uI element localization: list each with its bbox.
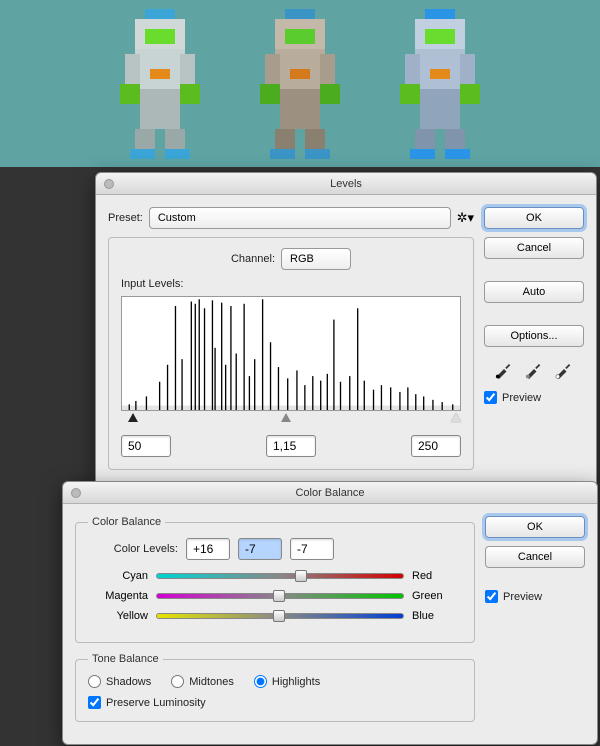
shadows-label: Shadows [106, 676, 151, 688]
preview-label: Preview [503, 591, 542, 603]
preset-label: Preset: [108, 212, 143, 224]
preview-checkbox[interactable] [485, 590, 498, 603]
cyan-red-slider[interactable] [156, 573, 404, 579]
midtones-label: Midtones [189, 676, 234, 688]
tone-legend: Tone Balance [88, 653, 163, 665]
levels-title: Levels [330, 178, 362, 190]
yellow-blue-thumb[interactable] [273, 610, 285, 622]
close-icon[interactable] [104, 179, 114, 189]
level-3-input[interactable] [290, 538, 334, 560]
sprite-preview-area [0, 0, 600, 167]
input-levels-label: Input Levels: [121, 278, 183, 290]
magenta-green-thumb[interactable] [273, 590, 285, 602]
preserve-label: Preserve Luminosity [106, 697, 206, 709]
close-icon[interactable] [71, 488, 81, 498]
black-point-slider[interactable] [128, 413, 138, 422]
green-label: Green [412, 590, 462, 602]
sprite-1 [105, 9, 215, 159]
preview-checkbox[interactable] [484, 391, 497, 404]
yellow-blue-slider[interactable] [156, 613, 404, 619]
sprite-3 [385, 9, 495, 159]
levels-titlebar[interactable]: Levels [96, 173, 596, 195]
preset-select[interactable]: Custom [149, 207, 451, 229]
level-1-input[interactable] [186, 538, 230, 560]
gamma-input[interactable] [266, 435, 316, 457]
yellow-label: Yellow [88, 610, 148, 622]
histogram-sliders [121, 413, 461, 427]
level-2-input[interactable] [238, 538, 282, 560]
highlights-radio[interactable] [254, 675, 267, 688]
eyedropper-white-icon[interactable] [554, 359, 574, 379]
white-point-slider[interactable] [451, 413, 461, 422]
blue-label: Blue [412, 610, 462, 622]
black-input[interactable] [121, 435, 171, 457]
auto-button[interactable]: Auto [484, 281, 584, 303]
ok-button[interactable]: OK [485, 516, 585, 538]
channel-select[interactable]: RGB [281, 248, 351, 270]
cyan-red-thumb[interactable] [295, 570, 307, 582]
ok-button[interactable]: OK [484, 207, 584, 229]
channel-label: Channel: [231, 253, 275, 265]
preset-menu-icon[interactable]: ✲▾ [457, 210, 474, 226]
color-levels-label: Color Levels: [88, 543, 178, 555]
sprite-2 [245, 9, 355, 159]
cyan-label: Cyan [88, 570, 148, 582]
white-input[interactable] [411, 435, 461, 457]
red-label: Red [412, 570, 462, 582]
channel-group: Channel: RGB Input Levels: [108, 237, 474, 470]
levels-dialog: Levels Preset: Custom ✲▾ Channel: RGB [95, 172, 597, 493]
gamma-slider[interactable] [281, 413, 291, 422]
cb-titlebar[interactable]: Color Balance [63, 482, 597, 504]
color-balance-dialog: Color Balance Color Balance Color Levels… [62, 481, 598, 745]
cancel-button[interactable]: Cancel [485, 546, 585, 568]
color-balance-group: Color Balance Color Levels: Cyan Red Mag… [75, 516, 475, 643]
histogram [121, 296, 461, 411]
magenta-green-slider[interactable] [156, 593, 404, 599]
tone-balance-group: Tone Balance Shadows Midtones Highlights… [75, 653, 475, 722]
cancel-button[interactable]: Cancel [484, 237, 584, 259]
preserve-luminosity-checkbox[interactable] [88, 696, 101, 709]
highlights-label: Highlights [272, 676, 320, 688]
magenta-label: Magenta [88, 590, 148, 602]
options-button[interactable]: Options... [484, 325, 584, 347]
eyedropper-gray-icon[interactable] [524, 359, 544, 379]
midtones-radio[interactable] [171, 675, 184, 688]
cb-title: Color Balance [295, 487, 364, 499]
shadows-radio[interactable] [88, 675, 101, 688]
eyedropper-black-icon[interactable] [494, 359, 514, 379]
cb-group-legend: Color Balance [88, 516, 165, 528]
preview-label: Preview [502, 392, 541, 404]
